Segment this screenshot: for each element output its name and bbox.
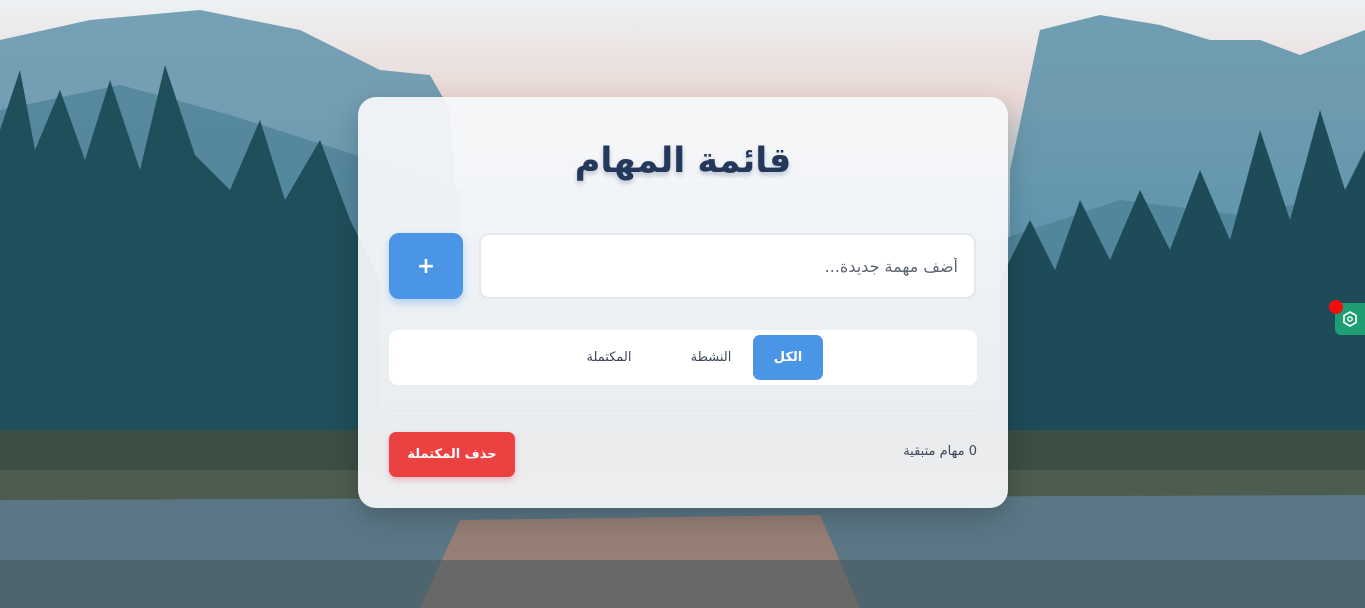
page-title: قائمة المهام [574,141,792,181]
add-task-button[interactable]: + [389,233,463,299]
new-task-input[interactable] [479,233,976,299]
divider [389,410,975,411]
clear-completed-button[interactable]: حذف المكتملة [389,432,515,477]
filter-bar: الكل النشطة المكتملة [389,330,977,385]
todo-card: قائمة المهام + الكل النشطة المكتملة 0 مه… [358,97,1008,508]
page-background: قائمة المهام + الكل النشطة المكتملة 0 مه… [0,0,1365,608]
filter-tab-active[interactable]: النشطة [679,335,743,380]
hexagon-extension-icon [1343,311,1357,327]
filter-tab-completed[interactable]: المكتملة [554,335,664,380]
filter-tab-all[interactable]: الكل [753,335,823,380]
remaining-count: 0 مهام متبقية [903,444,977,459]
notification-dot [1329,300,1343,314]
